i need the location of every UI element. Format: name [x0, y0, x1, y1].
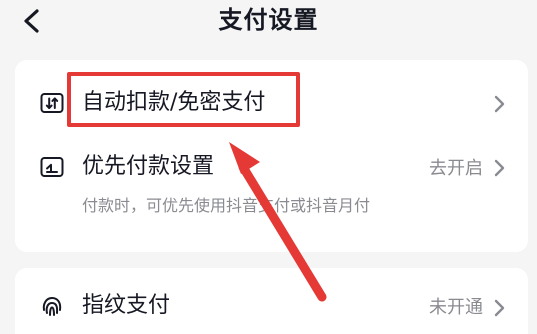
priority-payment-status: 去开启	[429, 158, 483, 179]
priority-payment-icon	[39, 154, 65, 180]
priority-payment-setting-row[interactable]: 优先付款设置 去开启 付款时，可优先使用抖音支付或抖音月付	[15, 138, 528, 234]
security-payment-card: 指纹支付 未开通	[15, 268, 528, 334]
priority-payment-description: 付款时，可优先使用抖音支付或抖音月付	[82, 196, 371, 215]
fingerprint-payment-status: 未开通	[429, 297, 483, 318]
priority-payment-label: 优先付款设置	[82, 154, 215, 179]
page-title: 支付设置	[218, 6, 319, 34]
chevron-right-icon	[492, 95, 506, 113]
payment-options-card: 自动扣款/免密支付 优先付款设置 去开启 付款时，可优先使用抖音支付或抖音月付	[15, 60, 528, 252]
auto-deduct-label: 自动扣款/免密支付	[82, 90, 266, 115]
fingerprint-payment-label: 指纹支付	[82, 293, 171, 318]
top-navigation-bar: 支付设置	[0, 0, 537, 42]
chevron-right-icon	[492, 159, 506, 177]
auto-deduct-icon	[39, 90, 65, 116]
chevron-right-icon	[492, 299, 506, 317]
fingerprint-payment-setting-row[interactable]: 指纹支付 未开通	[15, 278, 528, 334]
auto-deduct-setting-row[interactable]: 自动扣款/免密支付	[15, 74, 528, 130]
fingerprint-icon	[39, 293, 65, 319]
payment-settings-screen: 支付设置 自动扣款/免密支付 优先付款设置 去开启 付款时，可优先使用抖音支付或…	[0, 0, 537, 334]
